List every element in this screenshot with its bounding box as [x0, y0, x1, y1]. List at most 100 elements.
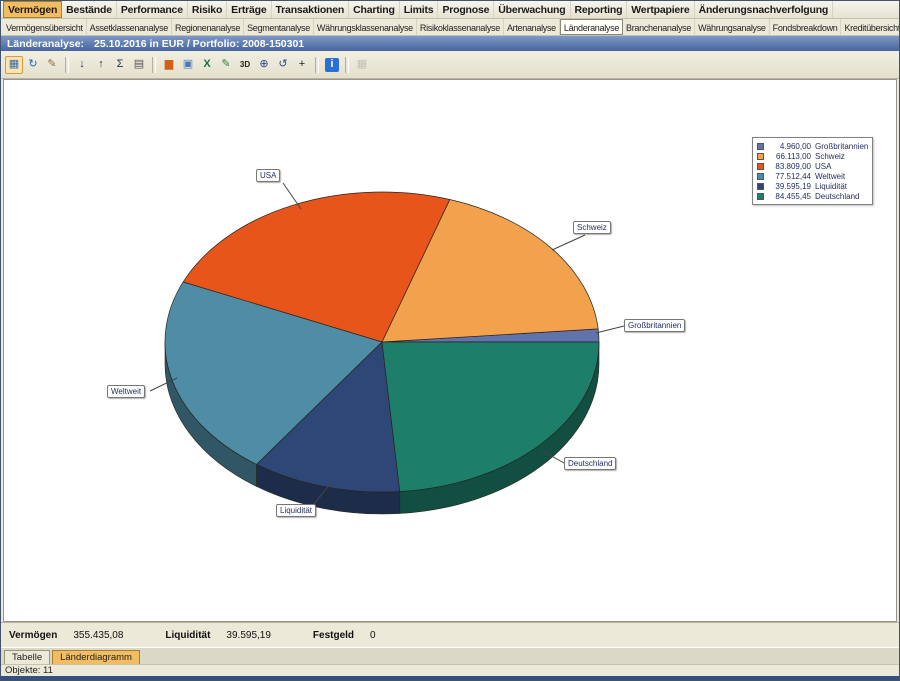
legend-value: 84.455,45 — [767, 192, 811, 201]
label-leader-line — [596, 326, 624, 333]
menu-tab-transaktionen[interactable]: Transaktionen — [272, 1, 350, 18]
rotate-icon[interactable]: ↺ — [274, 56, 292, 74]
legend-value: 39.595,19 — [767, 182, 811, 191]
legend-label: Großbritannien — [815, 142, 868, 151]
bottom-tab-tabelle[interactable]: Tabelle — [4, 650, 50, 664]
slice-label-deutschland: Deutschland — [564, 457, 616, 470]
sort-ascending-icon[interactable]: ↓ — [73, 56, 91, 74]
sort-descending-icon[interactable]: ↑ — [92, 56, 110, 74]
legend-color-swatch — [757, 173, 764, 180]
slice-label-schweiz: Schweiz — [573, 221, 611, 234]
slice-label-weltweit: Weltweit — [107, 385, 145, 398]
legend-value: 77.512,44 — [767, 172, 811, 181]
subtab-kredituebersicht[interactable]: Kreditübersicht — [841, 19, 900, 35]
legend-label: Schweiz — [815, 152, 845, 161]
status-bar: Objekte: 11 — [1, 664, 899, 676]
menu-tab-aenderungsnachverfolgung[interactable]: Änderungsnachverfolgung — [695, 1, 834, 18]
subtab-risikoklassenanalyse[interactable]: Risikoklassenanalyse — [417, 19, 504, 35]
toolbar-separator — [345, 57, 349, 73]
legend-color-swatch — [757, 143, 764, 150]
label-leader-line — [283, 183, 301, 209]
summary-value-liquiditaet: 39.595,19 — [226, 630, 271, 641]
toolbar-separator — [65, 57, 69, 73]
menu-tab-wertpapiere[interactable]: Wertpapiere — [627, 1, 694, 18]
menu-tab-prognose[interactable]: Prognose — [438, 1, 494, 18]
menu-tab-risiko[interactable]: Risiko — [188, 1, 227, 18]
legend-color-swatch — [757, 163, 764, 170]
legend-row-liquiditaet: 39.595,19 Liquidität — [757, 181, 868, 191]
summary-value-festgeld: 0 — [370, 630, 376, 641]
slice-label-liquiditaet: Liquidität — [276, 504, 316, 517]
toolbar-separator — [315, 57, 319, 73]
toolbar: ▦↻✎↓↑Σ▤▆▣X✎3D⊕↺+i▦ — [1, 51, 899, 79]
legend-row-schweiz: 66.113,00 Schweiz — [757, 151, 868, 161]
subtab-regionenanalyse[interactable]: Regionenanalyse — [172, 19, 244, 35]
page-title: Länderanalyse: — [7, 38, 84, 50]
chart-image-icon[interactable]: ▣ — [179, 56, 197, 74]
subtab-fondsbreakdown[interactable]: Fondsbreakdown — [770, 19, 842, 35]
subtab-laenderanalyse[interactable]: Länderanalyse — [560, 19, 623, 35]
legend-label: Liquidität — [815, 182, 847, 191]
legend-label: Deutschland — [815, 192, 859, 201]
legend-row-grossbritannien: 4.960,00 Großbritannien — [757, 141, 868, 151]
menu-tab-limits[interactable]: Limits — [400, 1, 439, 18]
legend-label: USA — [815, 162, 831, 171]
title-bar: Länderanalyse: 25.10.2016 in EUR / Portf… — [1, 36, 899, 51]
bottom-tab-laenderdiagramm[interactable]: Länderdiagramm — [52, 650, 140, 664]
app-window: VermögenBeständePerformanceRisikoErträge… — [0, 0, 900, 681]
filter-edit-icon[interactable]: ✎ — [43, 56, 61, 74]
chart-area: 4.960,00Großbritannien66.113,00Schweiz83… — [3, 79, 897, 622]
legend-color-swatch — [757, 183, 764, 190]
menu-tab-ueberwachung[interactable]: Überwachung — [494, 1, 570, 18]
subtab-bar: VermögensübersichtAssetklassenanalyseReg… — [1, 19, 899, 36]
chart-legend: 4.960,00Großbritannien66.113,00Schweiz83… — [752, 137, 873, 205]
legend-color-swatch — [757, 153, 764, 160]
subtab-branchenanalyse[interactable]: Branchenanalyse — [623, 19, 695, 35]
info-icon[interactable]: i — [325, 58, 339, 72]
slice-label-usa: USA — [256, 169, 280, 182]
subtab-waehrungsanalyse[interactable]: Währungsanalyse — [695, 19, 770, 35]
summary-label-festgeld: Festgeld — [313, 630, 354, 641]
page-context: 25.10.2016 in EUR / Portfolio: 2008-1503… — [94, 38, 304, 50]
chart-settings-icon: ▦ — [353, 56, 371, 74]
legend-row-usa: 83.809,00 USA — [757, 161, 868, 171]
summary-value-vermoegen: 355.435,08 — [73, 630, 123, 641]
zoom-icon[interactable]: ⊕ — [255, 56, 273, 74]
subtab-waehrungsklassenanalyse[interactable]: Währungsklassenanalyse — [314, 19, 417, 35]
sum-icon[interactable]: Σ — [111, 56, 129, 74]
subtab-artenanalyse[interactable]: Artenanalyse — [504, 19, 560, 35]
chart-edit-icon[interactable]: ✎ — [217, 56, 235, 74]
menu-tab-performance[interactable]: Performance — [117, 1, 188, 18]
chart-view-toggle-icon[interactable]: ▦ — [5, 56, 23, 74]
legend-label: Weltweit — [815, 172, 845, 181]
refresh-icon[interactable]: ↻ — [24, 56, 42, 74]
toolbar-separator — [152, 57, 156, 73]
crosshair-icon[interactable]: + — [293, 56, 311, 74]
subtab-assetklassenanalyse[interactable]: Assetklassenanalyse — [87, 19, 172, 35]
menu-tab-vermoegen[interactable]: Vermögen — [3, 1, 62, 18]
summary-label-vermoegen: Vermögen — [9, 630, 57, 641]
summary-bar: Vermögen 355.435,08 Liquidität 39.595,19… — [1, 622, 899, 647]
object-count: Objekte: 11 — [5, 665, 53, 676]
menu-tab-reporting[interactable]: Reporting — [571, 1, 628, 18]
summary-label-liquiditaet: Liquidität — [165, 630, 210, 641]
excel-export-icon[interactable]: X — [198, 56, 216, 74]
three-d-chart-icon[interactable]: 3D — [236, 56, 254, 74]
menu-tab-ertraege[interactable]: Erträge — [227, 1, 271, 18]
window-bottom-edge — [1, 676, 899, 680]
bar-chart-icon[interactable]: ▆ — [160, 56, 178, 74]
legend-row-deutschland: 84.455,45 Deutschland — [757, 191, 868, 201]
legend-value: 4.960,00 — [767, 142, 811, 151]
label-leader-line — [552, 235, 585, 250]
bottom-tab-bar: Tabelle Länderdiagramm — [1, 647, 899, 664]
legend-value: 66.113,00 — [767, 152, 811, 161]
legend-value: 83.809,00 — [767, 162, 811, 171]
print-icon[interactable]: ▤ — [130, 56, 148, 74]
legend-color-swatch — [757, 193, 764, 200]
menu-tab-charting[interactable]: Charting — [349, 1, 400, 18]
menu-tab-bestaende[interactable]: Bestände — [62, 1, 117, 18]
slice-label-grossbritannien: Großbritannien — [624, 319, 685, 332]
subtab-segmentanalyse[interactable]: Segmentanalyse — [244, 19, 314, 35]
subtab-vermoegensuebersicht[interactable]: Vermögensübersicht — [3, 19, 87, 35]
menu-bar: VermögenBeständePerformanceRisikoErträge… — [1, 1, 899, 19]
